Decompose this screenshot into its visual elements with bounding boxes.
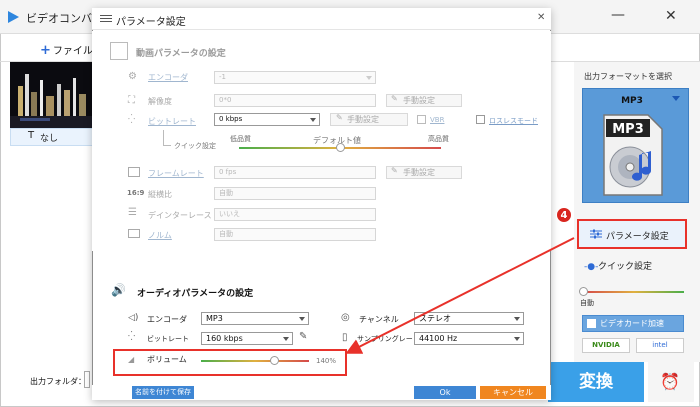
aspect-ratio-icon: 16:9 <box>127 189 145 197</box>
gpu-checkbox[interactable] <box>587 319 596 328</box>
gear-icon: ⚙ <box>128 71 137 82</box>
resize-icon: ⛶ <box>128 95 135 106</box>
chevron-down-icon <box>299 317 305 321</box>
quality-slider-track[interactable] <box>584 291 684 293</box>
audio-encoder-select[interactable]: MP3 <box>201 312 309 325</box>
video-quality-slider-knob[interactable] <box>336 143 345 152</box>
dots-icon: ⁛ <box>128 332 136 342</box>
step-number-badge: 4 <box>556 207 572 223</box>
app-title: ビデオコンバ <box>26 12 92 25</box>
ok-button[interactable]: Ok <box>414 386 476 399</box>
audio-bitrate-label: ビットレート <box>147 335 189 343</box>
samplerate-icon: ▯ <box>342 332 348 343</box>
quality-low-label: 低品質 <box>230 135 251 143</box>
video-bitrate-select[interactable]: 0 kbps <box>214 113 320 126</box>
chevron-down-icon <box>366 76 372 80</box>
mp3-disc-icon: MP3 <box>602 113 664 197</box>
city-night-image <box>10 62 96 128</box>
video-thumbnail[interactable] <box>10 62 96 128</box>
aspect-label: 縦横比 <box>148 190 172 199</box>
text-t-icon: T <box>28 130 35 141</box>
lossless-checkbox[interactable] <box>476 115 485 124</box>
pencil-icon: ✎ <box>391 94 398 103</box>
chevron-down-icon <box>310 118 316 122</box>
quality-slider-knob[interactable] <box>579 287 588 296</box>
volume-value: 140% <box>316 357 337 365</box>
channel-label: チャンネル <box>359 315 399 324</box>
chevron-down-icon <box>514 317 520 321</box>
chevron-down-icon <box>514 337 520 341</box>
plus-icon: + <box>40 43 51 58</box>
norm-label: ノルム <box>148 231 172 240</box>
app-logo-icon <box>8 11 19 23</box>
edit-bitrate-icon[interactable]: ✎ <box>299 331 307 342</box>
subtitle-label: なし <box>40 134 59 144</box>
convert-button[interactable]: 変換 <box>548 362 644 402</box>
framerate-icon <box>128 167 140 177</box>
auto-label: 自動 <box>580 299 594 307</box>
output-folder-field[interactable] <box>84 371 90 388</box>
lossless-label: ロスレスモード <box>489 117 538 125</box>
resolution-select: 0*0 <box>214 94 376 107</box>
audio-section-title: オーディオパラメータの設定 <box>137 289 254 299</box>
audio-bitrate-select[interactable]: 160 kbps <box>201 332 293 345</box>
framerate-label: フレームレート <box>148 169 204 178</box>
quick-settings-label[interactable]: クイック設定 <box>598 259 652 272</box>
volume-slider-knob[interactable] <box>270 356 279 365</box>
output-format-label: 出力フォーマットを選択 <box>584 72 672 81</box>
film-icon <box>110 42 128 60</box>
alarm-clock-icon: ⏰ <box>660 372 680 391</box>
audio-encoder-label: エンコーダ <box>147 315 187 324</box>
quick-settings-icon: -●- <box>584 262 599 272</box>
pencil-icon: ✎ <box>391 166 398 175</box>
format-dropdown-icon[interactable] <box>672 96 680 101</box>
vbr-checkbox <box>417 115 426 124</box>
video-encoder-select: -1 <box>214 71 376 84</box>
samplerate-select[interactable]: 44100 Hz <box>414 332 524 345</box>
minimize-button[interactable]: — <box>611 7 625 23</box>
volume-icon: ◢ <box>128 355 135 364</box>
lines-icon: ☰ <box>128 207 137 218</box>
aspect-select: 自動 <box>214 187 376 200</box>
framerate-select: 0 fps <box>214 166 376 179</box>
save-as-button[interactable]: 名前を付けて保存 <box>132 386 194 399</box>
quick-setting-label: クイック設定 <box>174 142 216 150</box>
dots-icon: ⁛ <box>128 115 136 125</box>
dialog-title: パラメータ設定 <box>116 17 186 28</box>
volume-label: ボリューム <box>147 355 187 364</box>
pencil-icon: ✎ <box>336 113 343 122</box>
speaker-gear-icon: 🔊 <box>111 283 126 297</box>
resolution-label: 解像度 <box>148 97 172 106</box>
sliders-icon <box>100 14 112 23</box>
speaker-icon: ◁) <box>128 313 139 323</box>
chevron-down-icon <box>283 337 289 341</box>
video-encoder-label: エンコーダ <box>148 73 188 82</box>
mp3-icon-text: MP3 <box>612 122 644 137</box>
deinterlace-select: いいえ <box>214 208 376 221</box>
tree-connector <box>163 130 171 146</box>
monitor-icon <box>128 229 140 238</box>
video-bitrate-label: ビットレート <box>148 117 196 126</box>
format-name: MP3 <box>621 96 643 106</box>
vbr-label: VBR <box>430 116 445 124</box>
dialog-close-button[interactable]: ✕ <box>537 12 545 23</box>
video-section-title: 動画パラメータの設定 <box>136 49 226 59</box>
samplerate-label: サンプリングレート <box>357 335 420 343</box>
intel-badge: intel <box>636 338 684 353</box>
cancel-button[interactable]: キャンセル <box>480 386 546 399</box>
output-folder-label: 出力フォルダ： <box>30 377 86 386</box>
close-window-button[interactable]: ✕ <box>665 8 677 24</box>
channel-select[interactable]: ステレオ <box>414 312 524 325</box>
gpu-label: ビデオカード加速 <box>600 319 664 328</box>
sliders-icon <box>590 229 602 239</box>
channel-icon: ◎ <box>341 312 350 323</box>
norm-select: 自動 <box>214 228 376 241</box>
nvidia-badge: NVIDIA <box>582 338 630 353</box>
quality-high-label: 高品質 <box>428 135 449 143</box>
deinterlace-label: デインターレース <box>148 211 212 220</box>
volume-slider-track[interactable] <box>201 360 309 362</box>
param-settings-label: パラメータ設定 <box>606 232 669 242</box>
